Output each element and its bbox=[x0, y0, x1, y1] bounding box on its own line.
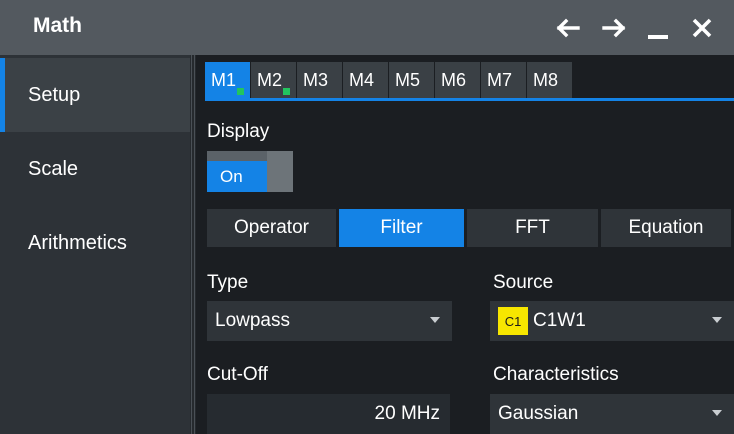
active-indicator bbox=[0, 58, 5, 132]
display-label: Display bbox=[207, 121, 270, 142]
mode-tabs: Operator Filter FFT Equation bbox=[207, 209, 734, 247]
source-value: C1W1 bbox=[533, 310, 586, 331]
math-channel-tabs: M1 M2 M3 M4 M5 M6 M7 M8 bbox=[205, 62, 573, 98]
source-dropdown[interactable]: C1 C1W1 bbox=[490, 301, 734, 341]
tab-label: M3 bbox=[303, 69, 329, 90]
sidebar-item-label: Arithmetics bbox=[28, 231, 127, 254]
tab-equation[interactable]: Equation bbox=[601, 209, 731, 247]
tab-underline bbox=[205, 98, 734, 101]
tab-label: M2 bbox=[257, 69, 283, 90]
display-toggle[interactable]: On bbox=[207, 151, 293, 192]
sidebar: Setup Scale Arithmetics bbox=[0, 55, 190, 434]
tab-label: M1 bbox=[211, 69, 237, 90]
sidebar-item-scale[interactable]: Scale bbox=[0, 132, 190, 206]
window-title: Math bbox=[33, 14, 82, 37]
sidebar-item-label: Scale bbox=[28, 157, 79, 180]
cutoff-label: Cut-Off bbox=[207, 364, 268, 385]
chevron-down-icon bbox=[712, 317, 722, 323]
channel-badge: C1 bbox=[498, 307, 528, 335]
enabled-indicator bbox=[237, 88, 244, 95]
tab-m3[interactable]: M3 bbox=[297, 62, 342, 98]
tab-m5[interactable]: M5 bbox=[389, 62, 434, 98]
sidebar-item-arithmetics[interactable]: Arithmetics bbox=[0, 206, 190, 280]
tab-m2[interactable]: M2 bbox=[251, 62, 296, 98]
characteristics-label: Characteristics bbox=[493, 364, 619, 385]
cutoff-value: 20 MHz bbox=[374, 403, 440, 424]
chevron-down-icon bbox=[712, 410, 722, 416]
content-panel: M1 M2 M3 M4 M5 M6 M7 M8 Display On Opera… bbox=[196, 55, 734, 434]
tab-label: M7 bbox=[487, 69, 513, 90]
tab-label: M5 bbox=[395, 69, 421, 90]
toggle-state-label: On bbox=[207, 161, 267, 192]
tab-label: M8 bbox=[533, 69, 559, 90]
type-dropdown[interactable]: Lowpass bbox=[207, 301, 452, 341]
forward-arrow-icon[interactable] bbox=[598, 12, 630, 44]
title-bar: Math bbox=[0, 0, 734, 55]
characteristics-value: Gaussian bbox=[498, 403, 579, 424]
tab-label: M4 bbox=[349, 69, 375, 90]
tab-m7[interactable]: M7 bbox=[481, 62, 526, 98]
back-arrow-icon[interactable] bbox=[552, 12, 584, 44]
type-value: Lowpass bbox=[215, 310, 290, 331]
toggle-knob bbox=[267, 151, 293, 192]
sidebar-item-setup[interactable]: Setup bbox=[0, 58, 190, 132]
close-icon[interactable] bbox=[686, 12, 718, 44]
tab-m1[interactable]: M1 bbox=[205, 62, 250, 98]
characteristics-dropdown[interactable]: Gaussian bbox=[490, 394, 734, 434]
source-label: Source bbox=[493, 272, 554, 293]
tab-label: M6 bbox=[441, 69, 467, 90]
type-label: Type bbox=[207, 272, 249, 293]
sidebar-item-label: Setup bbox=[28, 83, 81, 106]
tab-filter[interactable]: Filter bbox=[339, 209, 464, 247]
tab-m8[interactable]: M8 bbox=[527, 62, 572, 98]
chevron-down-icon bbox=[430, 317, 440, 323]
enabled-indicator bbox=[283, 88, 290, 95]
minimize-icon[interactable] bbox=[642, 12, 674, 44]
tab-fft[interactable]: FFT bbox=[467, 209, 598, 247]
tab-operator[interactable]: Operator bbox=[207, 209, 336, 247]
tab-m4[interactable]: M4 bbox=[343, 62, 388, 98]
tab-m6[interactable]: M6 bbox=[435, 62, 480, 98]
cutoff-field[interactable]: 20 MHz bbox=[207, 394, 450, 434]
